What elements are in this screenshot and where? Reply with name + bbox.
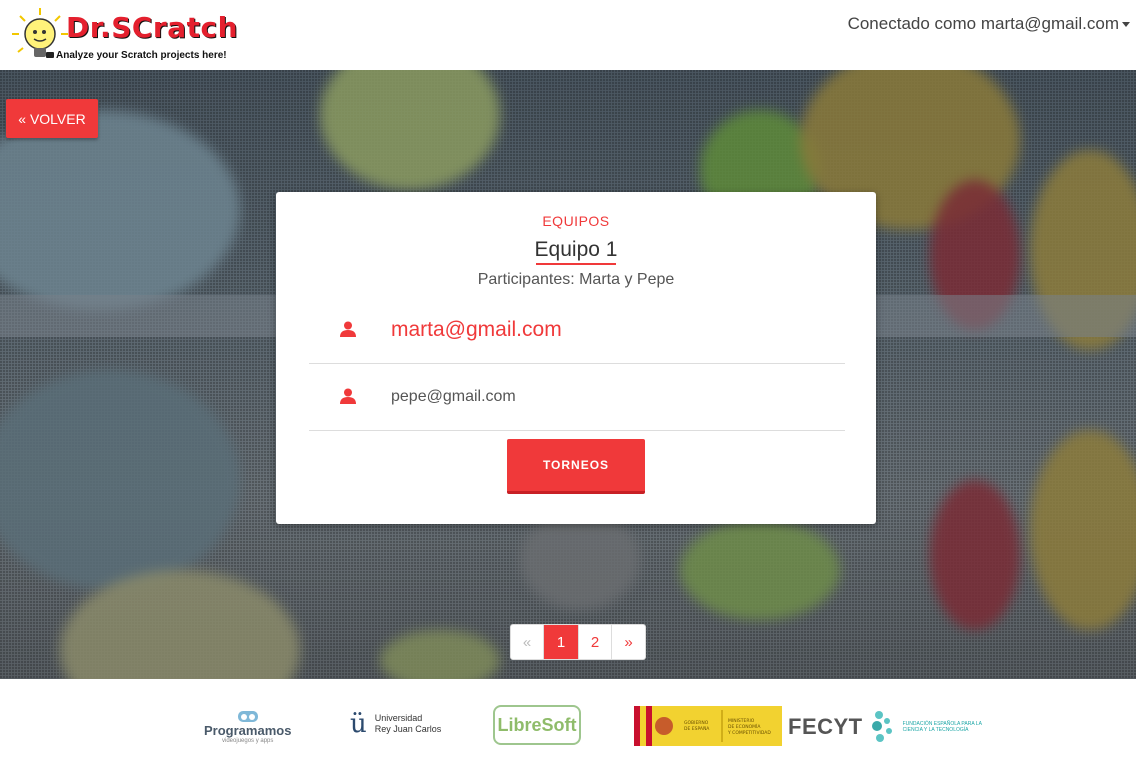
title-underline xyxy=(536,263,616,265)
user-menu-dropdown[interactable]: Conectado como marta@gmail.com xyxy=(848,14,1130,34)
libresoft-logo[interactable]: LibreSoft xyxy=(493,705,581,745)
svg-text:Y COMPETITIVIDAD: Y COMPETITIVIDAD xyxy=(727,730,771,736)
user-icon xyxy=(340,321,356,337)
programamos-logo[interactable]: Programamos videojuegos y apps xyxy=(204,709,291,744)
bg-shape xyxy=(380,630,500,679)
pagination-page-2[interactable]: 2 xyxy=(579,625,612,659)
bg-shape xyxy=(1030,430,1136,630)
urjc-name: Universidad Rey Juan Carlos xyxy=(375,713,442,735)
urjc-line2: Rey Juan Carlos xyxy=(374,724,442,734)
pagination-page-1[interactable]: 1 xyxy=(544,625,579,659)
fecyt-subtitle: FUNDACIÓN ESPAÑOLA PARA LA CIENCIA Y LA … xyxy=(902,721,982,733)
caret-down-icon xyxy=(1122,21,1130,27)
logo-subtitle: Analyze your Scratch projects here! xyxy=(56,50,227,61)
bg-shape xyxy=(0,370,240,590)
member-email[interactable]: pepe@gmail.com xyxy=(391,388,516,406)
urjc-line1: Universidad xyxy=(374,713,423,723)
programamos-tagline: videojuegos y apps xyxy=(222,738,274,744)
pagination-next[interactable]: » xyxy=(612,625,645,659)
tournaments-button[interactable]: TORNEOS xyxy=(507,439,645,494)
urjc-logo[interactable]: ü Universidad Rey Juan Carlos xyxy=(350,709,441,739)
section-kicker: EQUIPOS xyxy=(542,213,610,229)
pagination: « 1 2 » xyxy=(510,624,646,660)
programamos-label: Programamos xyxy=(204,723,292,738)
svg-text:GOBIERNO: GOBIERNO xyxy=(684,720,709,726)
bg-shape xyxy=(520,510,640,610)
user-icon xyxy=(340,388,356,404)
bg-shape xyxy=(0,110,240,310)
participants-text: Participantes: Marta y Pepe xyxy=(477,271,675,288)
dr-scratch-logo[interactable]: Dr.SCratch Analyze your Scratch projects… xyxy=(10,6,238,66)
fecyt-dots-icon xyxy=(871,711,892,742)
robot-icon xyxy=(237,711,258,722)
svg-text:DE ECONOMÍA: DE ECONOMÍA xyxy=(728,723,761,730)
pagination-prev[interactable]: « xyxy=(511,625,544,659)
svg-text:DE ESPAÑA: DE ESPAÑA xyxy=(684,725,710,732)
svg-text:MINISTERIO: MINISTERIO xyxy=(728,718,755,724)
bg-shape xyxy=(930,480,1020,630)
back-button[interactable]: « VOLVER xyxy=(6,99,98,138)
member-email[interactable]: marta@gmail.com xyxy=(391,318,562,342)
team-card: EQUIPOS Equipo 1 Participantes: Marta y … xyxy=(276,192,876,524)
member-row: pepe@gmail.com xyxy=(309,363,845,431)
libresoft-label: LibreSoft xyxy=(497,714,577,735)
urjc-u-icon: ü xyxy=(350,709,367,739)
fecyt-logo[interactable]: FECYT FUNDACIÓN ESPAÑOLA PARA LA CIENCIA… xyxy=(788,709,983,745)
fecyt-label: FECYT xyxy=(788,714,863,739)
bg-shape xyxy=(320,70,500,190)
header: Dr.SCratch Analyze your Scratch projects… xyxy=(0,0,1136,70)
user-menu-label: Conectado como marta@gmail.com xyxy=(847,14,1119,33)
footer: Programamos videojuegos y apps ü Univers… xyxy=(0,679,1136,760)
team-title: Equipo 1 xyxy=(534,238,618,261)
logo-title: Dr.SCratch xyxy=(66,11,239,44)
member-row: marta@gmail.com xyxy=(309,296,845,364)
bg-shape xyxy=(680,520,840,620)
gobierno-espana-logo[interactable]: GOBIERNO DE ESPAÑA MINISTERIO DE ECONOMÍ… xyxy=(634,706,782,746)
